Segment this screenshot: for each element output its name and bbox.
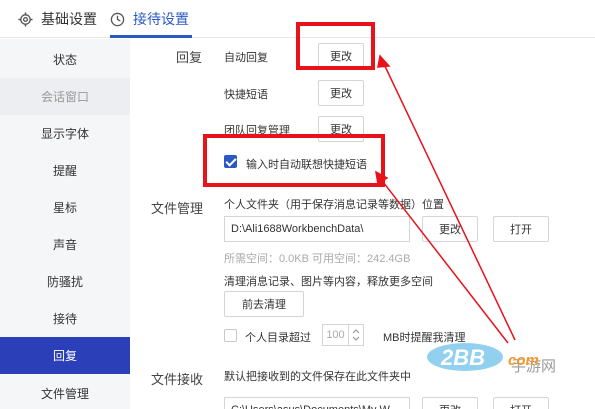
space-info: 所需空间：0.0KB 可用空间：242.4GB xyxy=(224,253,411,265)
sidebar-item-label: 星标 xyxy=(52,201,77,215)
sidebar-item-status[interactable]: 状态 xyxy=(0,41,130,78)
file-management-section-label: 文件管理 xyxy=(151,201,204,216)
arrowhead-icon xyxy=(377,54,391,68)
personal-folder-open-button[interactable]: 打开 xyxy=(493,216,549,242)
highlight-box-auto-suggest xyxy=(203,134,385,187)
personal-folder-change-button[interactable]: 更改 xyxy=(422,216,478,242)
sidebar-item-label: 声音 xyxy=(52,238,77,252)
personal-folder-description: 个人文件夹（用于保存消息记录等数据）位置 xyxy=(224,199,444,211)
sidebar-item-anti-harass[interactable]: 防骚扰 xyxy=(0,263,130,300)
tab-label: 基础设置 xyxy=(41,11,97,27)
auto-reply-label: 自动回复 xyxy=(224,52,268,64)
gear-icon xyxy=(18,11,33,27)
sidebar-item-label: 提醒 xyxy=(52,164,77,178)
settings-window: 基础设置 接待设置 状态 会话窗口 显示字体 提醒 星标 声音 防骚扰 接待 回… xyxy=(0,0,595,409)
sidebar-item-chat-window[interactable]: 会话窗口 xyxy=(0,78,130,115)
sidebar-item-file-management[interactable]: 文件管理 xyxy=(0,375,130,409)
sidebar-item-label: 文件管理 xyxy=(40,387,89,401)
sidebar-item-reply[interactable]: 回复 xyxy=(0,337,130,374)
file-receive-section-label: 文件接收 xyxy=(151,372,204,387)
tab-basic-settings[interactable]: 基础设置 xyxy=(18,0,97,38)
sidebar-item-sound[interactable]: 声音 xyxy=(0,226,130,263)
quick-phrase-change-button[interactable]: 更改 xyxy=(318,80,364,106)
quick-phrase-label: 快捷短语 xyxy=(224,89,268,101)
clock-icon xyxy=(110,12,125,27)
sidebar-item-label: 会话窗口 xyxy=(40,90,89,104)
sidebar-item-reminder[interactable]: 提醒 xyxy=(0,152,130,189)
file-receive-change-button[interactable]: 更改 xyxy=(422,397,478,409)
tab-reception-settings[interactable]: 接待设置 xyxy=(110,0,189,38)
size-limit-prefix: 个人目录超过 xyxy=(245,332,311,344)
personal-folder-path-field[interactable]: D:\Ali1688WorkbenchData\ xyxy=(224,216,410,242)
sidebar-item-label: 显示字体 xyxy=(40,127,89,141)
size-limit-value: 100 xyxy=(323,325,349,345)
highlight-box-change-button xyxy=(296,22,375,70)
size-limit-stepper[interactable]: 100 xyxy=(322,324,364,346)
go-cleanup-button[interactable]: 前去清理 xyxy=(224,291,304,317)
sidebar-item-label: 防骚扰 xyxy=(46,275,83,289)
tab-label: 接待设置 xyxy=(133,11,189,27)
file-receive-open-button[interactable]: 打开 xyxy=(493,397,549,409)
sidebar-item-reception[interactable]: 接待 xyxy=(0,300,130,337)
sidebar-item-label: 接待 xyxy=(52,312,77,326)
sidebar-item-font[interactable]: 显示字体 xyxy=(0,115,130,152)
watermark-suffix: com xyxy=(508,352,539,369)
stepper-arrows-icon[interactable] xyxy=(349,325,363,345)
file-receive-description: 默认把接收到的文件保存在此文件夹中 xyxy=(224,371,411,383)
sidebar-item-label: 状态 xyxy=(52,53,77,67)
active-tab-indicator xyxy=(110,35,192,38)
size-limit-checkbox[interactable] xyxy=(224,329,237,342)
reply-section-label: 回复 xyxy=(176,50,203,65)
sidebar-item-label: 回复 xyxy=(52,349,77,363)
file-receive-path-field[interactable]: C:\Users\asus\Documents\My W xyxy=(224,397,410,409)
sidebar: 状态 会话窗口 显示字体 提醒 星标 声音 防骚扰 接待 回复 文件管理 xyxy=(0,39,130,409)
watermark-logo: 2BB xyxy=(440,345,485,370)
sidebar-item-star[interactable]: 星标 xyxy=(0,189,130,226)
cleanup-description: 清理消息记录、图片等内容，释放更多空间 xyxy=(224,276,433,288)
